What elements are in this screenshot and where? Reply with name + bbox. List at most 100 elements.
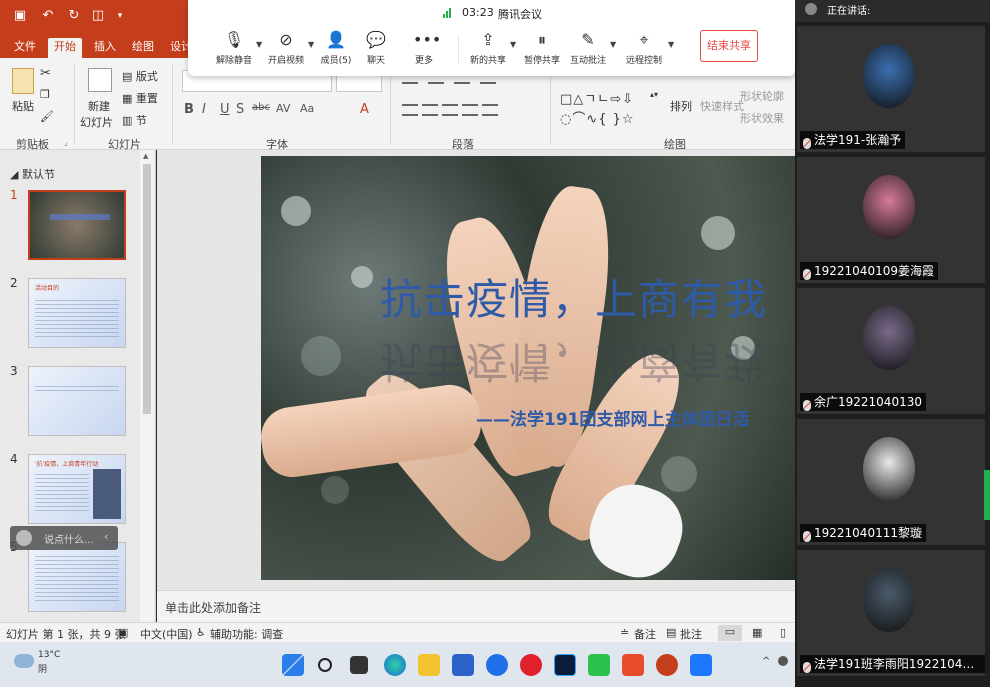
underline-button[interactable]: U	[220, 102, 230, 117]
pause-share-button[interactable]: ⏸ 暂停共享	[520, 30, 564, 72]
justify-icon[interactable]	[462, 104, 478, 116]
photoshop-icon[interactable]	[554, 654, 576, 676]
chevron-down-icon[interactable]: ▼	[510, 40, 516, 49]
scroll-up-icon[interactable]: ▲	[143, 152, 148, 160]
cut-icon[interactable]: ✂	[40, 66, 51, 81]
shapes-scroll-icon[interactable]: ▴▾	[650, 90, 658, 99]
xmind-icon[interactable]	[622, 654, 644, 676]
store-icon[interactable]	[452, 654, 474, 676]
section-button[interactable]: ▥ 节	[122, 112, 147, 128]
slide-thumbnail-1[interactable]	[28, 190, 126, 260]
remote-control-button[interactable]: ⌖ 远程控制	[622, 30, 666, 72]
wechat-icon[interactable]	[588, 654, 610, 676]
tray-cloud-icon[interactable]	[778, 656, 788, 666]
notes-toggle-button[interactable]: 备注	[634, 626, 656, 642]
chevron-down-icon[interactable]: ▼	[610, 40, 616, 49]
participant-tile[interactable]: 法学191班李雨阳19221040...	[797, 550, 985, 676]
font-color-button[interactable]: A	[360, 102, 369, 117]
shape-outline-button[interactable]: 形状轮廓	[740, 88, 784, 104]
customize-qat-icon[interactable]: ▾	[112, 8, 128, 24]
annotate-button[interactable]: ✎ 互动批注	[566, 30, 610, 72]
slide-thumbnail-5[interactable]	[28, 542, 126, 612]
scrollbar-thumb[interactable]	[143, 164, 151, 414]
copy-icon[interactable]: ❐	[40, 88, 50, 101]
more-label: 更多	[414, 56, 433, 66]
slide-sorter-icon[interactable]: ▦	[752, 626, 762, 639]
strikethrough-button[interactable]: abc	[252, 102, 270, 113]
unmute-button[interactable]: 🎙 解除静音	[212, 30, 256, 72]
format-painter-icon[interactable]: 🖌	[40, 110, 54, 123]
save-icon[interactable]: ▣	[12, 8, 28, 24]
arrange-button[interactable]: 排列	[670, 98, 692, 114]
spellcheck-icon[interactable]: ▣	[118, 626, 128, 639]
italic-button[interactable]: I	[202, 102, 206, 117]
end-share-button[interactable]: 结束共享	[700, 30, 758, 62]
file-explorer-icon[interactable]	[418, 654, 440, 676]
normal-view-icon[interactable]: ▭	[718, 625, 742, 641]
collapse-icon[interactable]: ‹	[104, 530, 108, 543]
reading-view-icon[interactable]: ▯	[780, 626, 786, 639]
clipboard-launcher-icon[interactable]: ⌟	[64, 138, 68, 147]
notes-pane[interactable]: 单击此处添加备注	[157, 590, 795, 622]
participant-tile[interactable]: 法学191-张瀚予	[797, 26, 985, 152]
align-right-icon[interactable]	[442, 104, 458, 116]
accessibility-icon[interactable]: ♿	[196, 626, 206, 639]
new-share-button[interactable]: ⇪ 新的共享	[466, 30, 510, 72]
new-slide-icon[interactable]	[88, 68, 112, 92]
participant-tile[interactable]: 19221040111黎璇	[797, 419, 985, 545]
task-view-icon[interactable]	[350, 656, 368, 674]
quick-styles-button[interactable]: 快速样式	[700, 98, 744, 114]
align-left-icon[interactable]	[402, 104, 418, 116]
distribute-icon[interactable]	[482, 104, 498, 116]
section-header[interactable]: ◢ 默认节	[10, 166, 55, 182]
slide-thumbnail-2[interactable]: 活动目的	[28, 278, 126, 348]
start-video-button[interactable]: ⊘ 开启视频	[264, 30, 308, 72]
shapes-gallery-row2[interactable]: ◌⌒∿{ }☆	[560, 108, 635, 127]
align-center-icon[interactable]	[422, 104, 438, 116]
tab-home[interactable]: 开始	[48, 38, 82, 58]
slide-thumbnail-4[interactable]: '抗'疫情，上商青年行动	[28, 454, 126, 524]
comments-button[interactable]: 批注	[680, 626, 702, 642]
slide-subtitle[interactable]: ——法学191团支部网上主体团日活	[476, 405, 750, 430]
char-spacing-button[interactable]: AV	[276, 102, 290, 115]
new-slide-label-1[interactable]: 新建	[88, 98, 110, 114]
shadow-button[interactable]: S	[236, 102, 244, 117]
edge-icon[interactable]	[384, 654, 406, 676]
accessibility-status[interactable]: 辅助功能: 调查	[210, 626, 283, 642]
reset-button[interactable]: ▦ 重置	[122, 90, 158, 106]
slide-title[interactable]: 抗击疫情，上商有我	[380, 266, 767, 327]
layout-button[interactable]: ▤ 版式	[122, 68, 158, 84]
thumb-title-bar	[50, 214, 110, 220]
slide-thumbnail-3[interactable]	[28, 366, 126, 436]
shapes-gallery[interactable]: □△ㄱㄴ⇨⇩	[560, 88, 634, 107]
panel-scroll-indicator[interactable]	[984, 470, 990, 520]
members-button[interactable]: 👤 成员(5)	[314, 30, 358, 72]
tencent-meeting-icon[interactable]	[690, 654, 712, 676]
more-button[interactable]: ••• 更多	[402, 30, 446, 72]
chat-button[interactable]: 💬 聊天	[354, 30, 398, 72]
windows-start-icon[interactable]	[282, 654, 304, 676]
paste-button[interactable]: 粘贴	[12, 98, 34, 114]
redo-icon[interactable]: ↻	[66, 8, 82, 24]
tab-insert[interactable]: 插入	[88, 38, 122, 58]
bold-button[interactable]: B	[184, 102, 194, 117]
tray-expand-icon[interactable]: ^	[762, 656, 770, 667]
participant-tile[interactable]: 余广19221040130	[797, 288, 985, 414]
chevron-down-icon[interactable]: ▼	[256, 40, 262, 49]
paste-icon[interactable]	[12, 68, 34, 94]
powerpoint-icon[interactable]	[656, 654, 678, 676]
say-something-box[interactable]: 说点什么... ‹	[10, 526, 118, 550]
netease-music-icon[interactable]	[520, 654, 542, 676]
undo-icon[interactable]: ↶	[40, 8, 56, 24]
chevron-down-icon[interactable]: ▼	[668, 40, 674, 49]
language-indicator[interactable]: 中文(中国)	[140, 626, 193, 642]
tab-file[interactable]: 文件	[8, 38, 42, 58]
lark-icon[interactable]	[486, 654, 508, 676]
participant-tile[interactable]: 19221040109姜海霞	[797, 157, 985, 283]
new-slide-label-2[interactable]: 幻灯片	[80, 114, 113, 130]
shape-effects-button[interactable]: 形状效果	[740, 110, 784, 126]
present-icon[interactable]: ◫	[90, 8, 106, 24]
search-icon[interactable]	[318, 658, 332, 672]
change-case-button[interactable]: Aa	[300, 102, 314, 115]
tab-draw[interactable]: 绘图	[126, 38, 160, 58]
